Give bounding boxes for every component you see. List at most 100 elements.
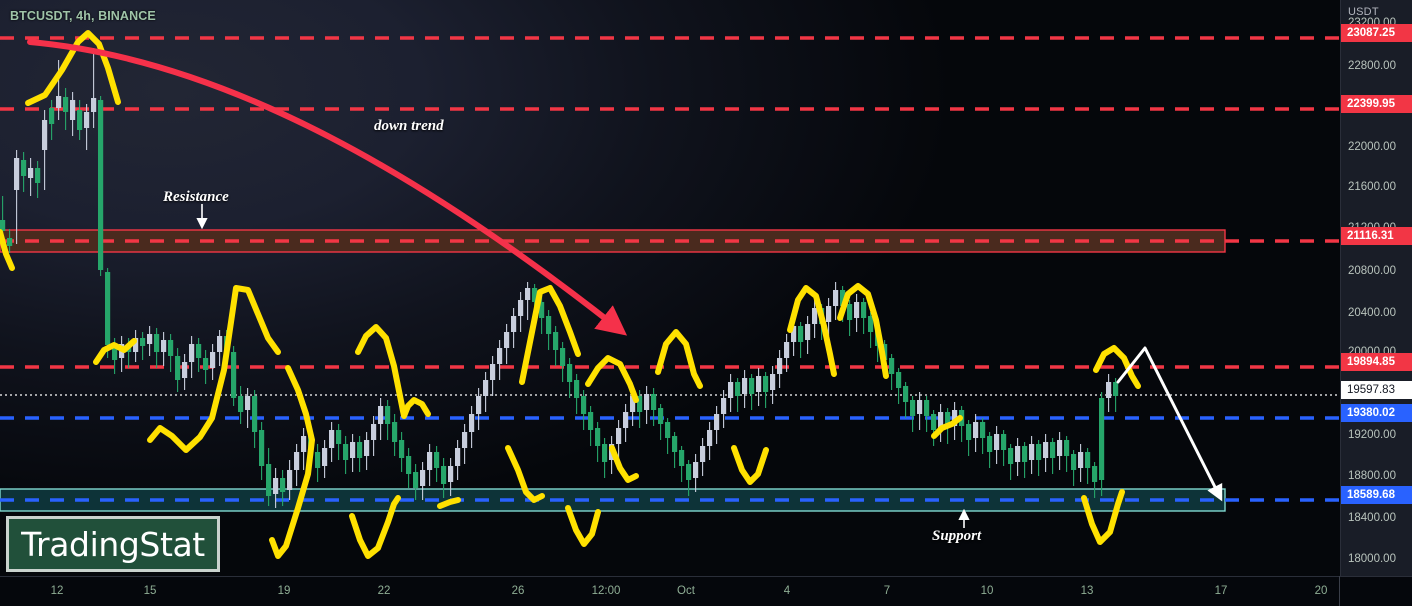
candle-body [714, 414, 720, 430]
wave-drawing-3[interactable] [147, 285, 281, 453]
candle-body [525, 288, 531, 300]
wave-drawing-10[interactable] [585, 355, 639, 403]
candle-body [483, 380, 489, 396]
trading-chart-screenshot: BTCUSDT, 4h, BINANCE down trend Resistan… [0, 0, 1412, 606]
candle-body [1008, 448, 1014, 464]
candle-body [7, 238, 13, 246]
time-axis[interactable]: 12 15 19 22 26 12:00 Oct 4 7 10 13 17 20 [0, 576, 1412, 606]
candle-body [245, 396, 251, 410]
candle-body [28, 168, 34, 178]
forecast-projection-arrow-icon [1116, 346, 1223, 502]
chart-plot-area[interactable]: BTCUSDT, 4h, BINANCE down trend Resistan… [0, 0, 1340, 576]
candle-body [560, 348, 566, 366]
candle-body [378, 406, 384, 424]
wave-drawing-4[interactable] [269, 365, 315, 559]
candle-body [63, 97, 69, 112]
candle-body [238, 396, 244, 412]
time-tick: 12 [50, 585, 64, 597]
price-tick: 18800.00 [1348, 470, 1396, 482]
candle-body [595, 428, 601, 446]
wave-drawing-14[interactable] [731, 445, 769, 485]
candle-body [966, 424, 972, 440]
price-tick: 22000.00 [1348, 141, 1396, 153]
candle-body [336, 430, 342, 444]
candlestick-series [0, 48, 1119, 508]
candle-body [588, 412, 594, 430]
price-badge-18589.68[interactable]: 18589.68 [1341, 486, 1412, 504]
candle-body [266, 464, 272, 496]
candle-body [469, 414, 475, 432]
wave-drawing-11[interactable] [565, 505, 601, 547]
candle-body [189, 344, 195, 362]
wave-drawing-16[interactable] [837, 283, 889, 379]
candle-body [833, 290, 839, 306]
time-tick: 19 [277, 585, 291, 597]
candle-body [707, 430, 713, 446]
candle-body [924, 400, 930, 416]
candle-body [182, 362, 188, 378]
candle-body [14, 158, 20, 190]
support-label: Support [932, 528, 982, 544]
candle-body [749, 378, 755, 394]
candle-body [476, 396, 482, 414]
candle-body [497, 348, 503, 364]
price-badge-21116.31[interactable]: 21116.31 [1341, 227, 1412, 245]
candle-body [812, 308, 818, 324]
time-tick: 17 [1214, 585, 1228, 597]
price-axis[interactable]: USDT 23200.0022800.0022400.0022000.00216… [1340, 0, 1412, 576]
candle-body [301, 436, 307, 452]
wave-drawing-12[interactable] [609, 445, 639, 483]
candle-body [147, 334, 153, 344]
candle-body [322, 448, 328, 466]
candle-body [455, 448, 461, 466]
price-badge-19894.85[interactable]: 19894.85 [1341, 353, 1412, 371]
candle-body [994, 434, 1000, 450]
candle-body [413, 472, 419, 488]
candle-body [490, 364, 496, 380]
wave-drawing-15[interactable] [787, 285, 837, 377]
candle-body [574, 380, 580, 398]
candle-body [777, 358, 783, 374]
wave-drawing-13[interactable] [655, 329, 703, 389]
candle-body [861, 302, 867, 318]
price-badge-23087.25[interactable]: 23087.25 [1341, 24, 1412, 42]
candle-body [651, 394, 657, 410]
candle-body [427, 452, 433, 470]
watermark-text: TradingStat [21, 524, 205, 564]
candle-body [686, 464, 692, 480]
candle-body [252, 396, 258, 432]
candle-body [168, 340, 174, 356]
candle-body [154, 334, 160, 352]
candle-body [903, 386, 909, 402]
candle-body [644, 394, 650, 410]
price-tick: 18000.00 [1348, 553, 1396, 565]
price-badge-19380.02[interactable]: 19380.02 [1341, 404, 1412, 422]
candle-body [350, 442, 356, 458]
candle-body [385, 406, 391, 424]
wave-drawing-5[interactable] [355, 324, 431, 419]
candle-body [406, 456, 412, 474]
time-tick: 13 [1080, 585, 1094, 597]
candle-body [217, 336, 223, 352]
candle-body [140, 338, 146, 346]
candle-body [420, 470, 426, 486]
price-badge-22399.95[interactable]: 22399.95 [1341, 95, 1412, 113]
candle-body [371, 424, 377, 440]
candle-body [259, 430, 265, 466]
candle-body [1036, 444, 1042, 460]
time-tick: 22 [377, 585, 391, 597]
resistance-label: Resistance [163, 189, 229, 205]
time-tick: 12:00 [591, 585, 621, 597]
price-badge-19597.83[interactable]: 19597.83 [1341, 381, 1412, 399]
candle-body [210, 352, 216, 368]
candle-body [1099, 398, 1105, 480]
candle-body [91, 98, 97, 112]
wave-pattern-drawings [0, 30, 1141, 559]
candle-body [1050, 442, 1056, 458]
candle-body [518, 300, 524, 316]
candle-body [364, 440, 370, 456]
axis-corner-divider [1339, 576, 1340, 606]
candle-body [1001, 434, 1007, 450]
symbol-title[interactable]: BTCUSDT, 4h, BINANCE [10, 9, 156, 23]
candle-body [49, 108, 55, 124]
